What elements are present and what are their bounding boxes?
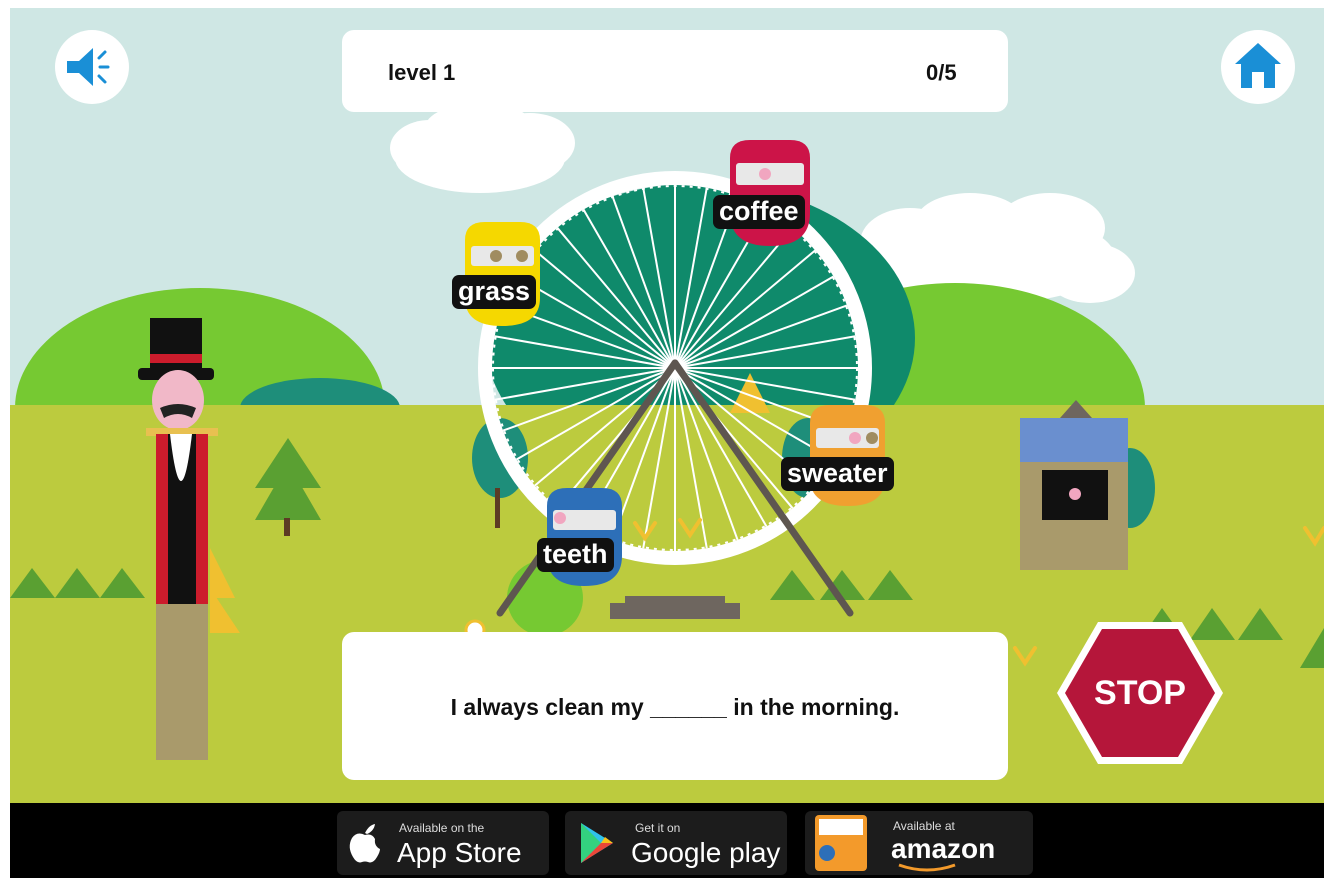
home-icon (1235, 43, 1281, 88)
sound-button[interactable] (55, 30, 129, 104)
word-grass[interactable]: grass (452, 275, 537, 309)
appstore-small: Available on the (399, 821, 485, 835)
googleplay-big: Google play (631, 837, 781, 868)
appstore-badge[interactable]: Available on the App Store (337, 811, 549, 875)
word-teeth[interactable]: teeth (537, 538, 614, 572)
ticket-booth (1020, 400, 1128, 570)
amazon-app-icon (815, 815, 867, 871)
home-button[interactable] (1221, 30, 1295, 104)
word-coffee[interactable]: coffee (713, 195, 805, 229)
score-counter: 0/5 (926, 60, 957, 85)
word-sweater[interactable]: sweater (781, 457, 894, 491)
googleplay-badge[interactable]: Get it on Google play (565, 811, 787, 875)
amazon-badge[interactable]: Available at amazon (805, 811, 1033, 875)
speaker-icon (67, 48, 110, 86)
gondola-coffee (730, 140, 810, 246)
amazon-small: Available at (893, 819, 955, 833)
gondola-grass (465, 222, 540, 326)
amazon-big: amazon (891, 833, 996, 864)
question-sentence: I always clean my ______ in the morning. (450, 694, 900, 720)
appstore-big: App Store (397, 837, 522, 868)
stop-label: STOP (1094, 674, 1186, 712)
amazon-smile-icon (898, 863, 956, 872)
googleplay-small: Get it on (635, 821, 681, 835)
level-label: level 1 (388, 60, 456, 85)
apple-icon (349, 824, 380, 863)
stop-sign-icon: STOP (1057, 622, 1223, 764)
stop-button[interactable]: STOP (1056, 620, 1224, 766)
google-play-icon (581, 823, 613, 863)
